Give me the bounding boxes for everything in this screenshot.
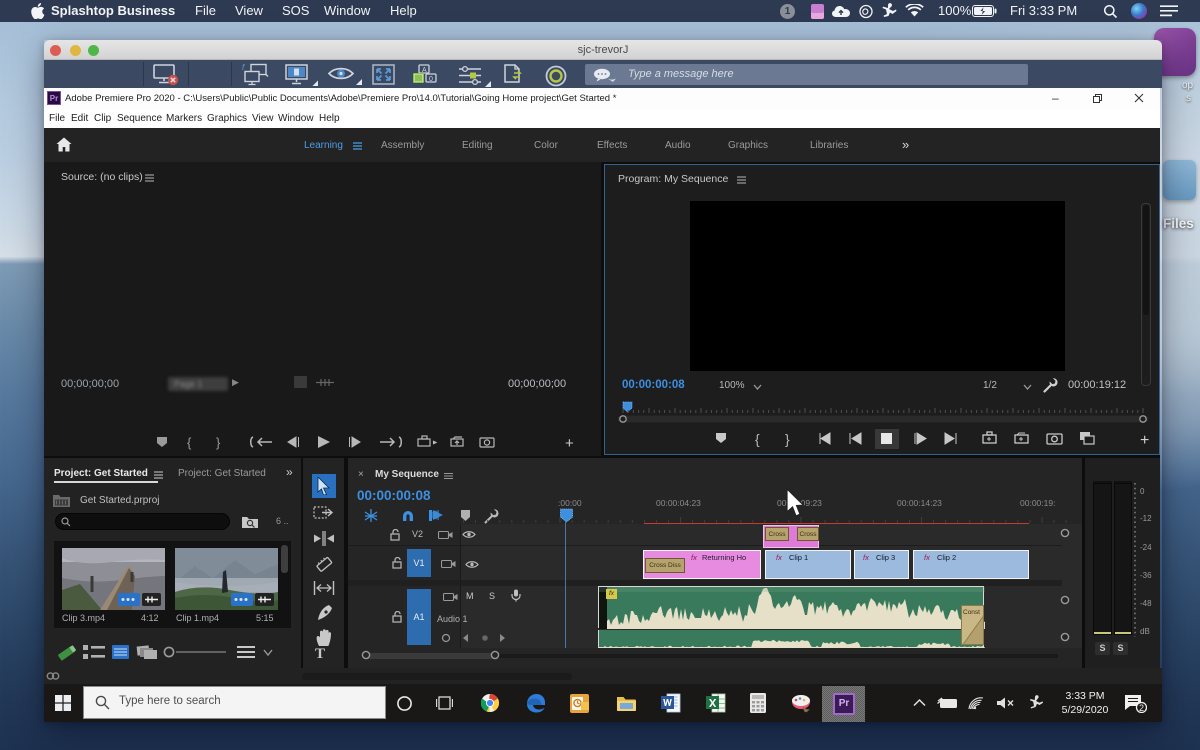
svg-text:0: 0	[429, 76, 433, 83]
svg-text:2: 2	[1139, 703, 1144, 713]
svg-text:{: {	[755, 431, 760, 447]
svg-text:+: +	[565, 435, 574, 451]
svg-text:+: +	[1140, 432, 1149, 449]
svg-text:f: f	[242, 63, 245, 72]
svg-text:}: }	[785, 431, 790, 447]
svg-text:{: {	[187, 435, 192, 450]
svg-text:}: }	[216, 435, 221, 450]
svg-text:A: A	[422, 67, 427, 74]
